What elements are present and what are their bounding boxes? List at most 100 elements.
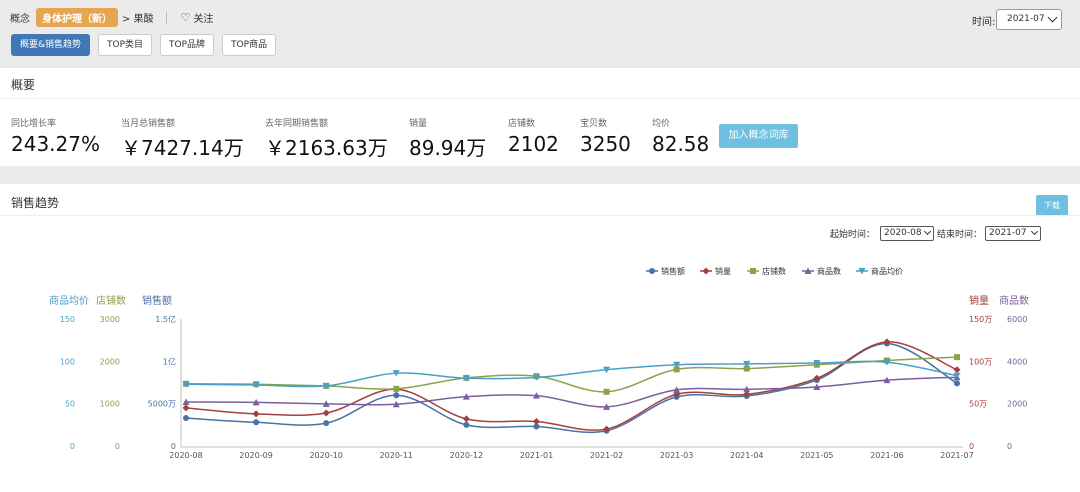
add-to-concept-library-button[interactable]: 加入概念词库 bbox=[719, 124, 798, 148]
legend-marker bbox=[750, 268, 756, 274]
legend-label: 销量 bbox=[715, 266, 731, 276]
x-tick-label: 2020-11 bbox=[380, 451, 413, 460]
y-tick-label: 100 bbox=[60, 357, 75, 366]
data-point bbox=[393, 385, 400, 392]
series-line bbox=[185, 376, 958, 408]
breadcrumb-tail: > 果酸 bbox=[122, 14, 154, 25]
y-tick-label: 3000 bbox=[100, 315, 120, 324]
series-line bbox=[185, 342, 958, 434]
y-tick-label: 1.5亿 bbox=[155, 314, 176, 324]
time-label: 时间: bbox=[972, 17, 996, 28]
data-point bbox=[182, 404, 190, 412]
data-point bbox=[954, 354, 960, 361]
data-point bbox=[183, 415, 189, 422]
x-tick-label: 2021-06 bbox=[870, 451, 903, 460]
time-select-value: 2021-07 bbox=[1007, 14, 1045, 24]
data-point bbox=[954, 380, 960, 387]
overview-title: 概要 bbox=[11, 78, 36, 92]
y-tick-label: 0 bbox=[70, 442, 75, 451]
stat-avg-price: 均价 82.58 bbox=[652, 116, 709, 156]
y-tick-label: 1000 bbox=[100, 400, 120, 409]
legend-marker bbox=[649, 268, 655, 274]
y-tick-label: 0 bbox=[171, 442, 176, 451]
y-axis-title: 销量 bbox=[969, 294, 989, 307]
stat-label: 店铺数 bbox=[508, 119, 536, 129]
stat-value: 2102 bbox=[508, 132, 559, 156]
stat-volume: 销量 89.94万 bbox=[409, 116, 486, 161]
chevron-down-icon bbox=[1047, 12, 1058, 23]
data-point bbox=[462, 415, 470, 423]
y-axis-title: 商品数 bbox=[999, 294, 1029, 307]
stat-item-count: 宝贝数 3250 bbox=[580, 116, 631, 156]
y-tick-label: 2000 bbox=[100, 357, 120, 366]
x-tick-label: 2021-05 bbox=[800, 451, 833, 460]
y-tick-label: 0 bbox=[969, 442, 974, 451]
data-point bbox=[603, 388, 610, 395]
y-axis-title: 销售额 bbox=[142, 294, 172, 307]
x-tick-label: 2020-10 bbox=[309, 451, 342, 460]
stat-value: ￥7427.14万 bbox=[121, 136, 244, 160]
x-tick-label: 2021-03 bbox=[660, 451, 693, 460]
stat-value: ￥2163.63万 bbox=[265, 136, 388, 160]
stat-yoy-growth: 同比增长率 243.27% bbox=[11, 116, 100, 156]
legend-label: 店铺数 bbox=[762, 266, 786, 276]
y-tick-label: 0 bbox=[115, 442, 120, 451]
time-select[interactable]: 2021-07 bbox=[996, 9, 1062, 30]
breadcrumb-divider bbox=[165, 11, 167, 24]
data-point bbox=[253, 419, 260, 426]
y-tick-label: 0 bbox=[1007, 442, 1012, 451]
data-point bbox=[323, 420, 330, 427]
stat-value: 89.94万 bbox=[409, 136, 487, 160]
y-axis-title: 商品均价 bbox=[49, 294, 89, 307]
sales-trend-panel: 销售趋势 下载 起始时间： 2020-08 结束时间： 2021-07 2020… bbox=[0, 184, 1080, 492]
heart-outline-icon[interactable]: ♡ bbox=[181, 11, 191, 24]
legend-marker bbox=[702, 267, 710, 275]
y-tick-label: 50万 bbox=[969, 400, 987, 409]
legend-label: 商品均价 bbox=[871, 266, 903, 276]
divider bbox=[0, 98, 1080, 99]
breadcrumb-prefix: 概念 bbox=[10, 14, 30, 25]
x-tick-label: 2020-09 bbox=[239, 451, 272, 460]
tab-top-brand[interactable]: TOP品牌 bbox=[160, 34, 215, 56]
data-point bbox=[393, 392, 400, 399]
stat-label: 宝贝数 bbox=[580, 119, 608, 129]
stat-value: 82.58 bbox=[652, 132, 710, 156]
stat-label: 销量 bbox=[409, 119, 428, 129]
breadcrumb: 概念 身体护理（新） > 果酸 ♡ 关注 bbox=[10, 8, 213, 27]
stat-value: 3250 bbox=[580, 132, 631, 156]
y-tick-label: 2000 bbox=[1007, 400, 1027, 409]
legend-label: 商品数 bbox=[817, 266, 841, 276]
data-point bbox=[953, 366, 961, 374]
follow-link[interactable]: 关注 bbox=[193, 10, 213, 25]
y-tick-label: 100万 bbox=[969, 357, 992, 366]
concept-tag[interactable]: 身体护理（新） bbox=[36, 8, 118, 27]
y-tick-label: 5000万 bbox=[148, 400, 176, 409]
stat-label: 均价 bbox=[652, 119, 671, 129]
stat-shop-count: 店铺数 2102 bbox=[508, 116, 559, 156]
y-tick-label: 50 bbox=[65, 400, 75, 409]
y-tick-label: 4000 bbox=[1007, 357, 1027, 366]
stat-last-year-sales: 去年同期销售额 ￥2163.63万 bbox=[265, 116, 388, 161]
tab-top-category[interactable]: TOP类目 bbox=[98, 34, 153, 56]
x-tick-label: 2020-08 bbox=[169, 451, 202, 460]
x-tick-label: 2021-07 bbox=[940, 451, 973, 460]
stat-label: 当月总销售额 bbox=[121, 119, 176, 129]
stat-monthly-sales: 当月总销售额 ￥7427.14万 bbox=[121, 116, 244, 161]
tab-overview-trend[interactable]: 概要&销售趋势 bbox=[11, 34, 91, 56]
y-tick-label: 1亿 bbox=[163, 356, 176, 366]
stat-label: 去年同期销售额 bbox=[265, 119, 329, 129]
data-point bbox=[252, 410, 260, 418]
tab-top-product[interactable]: TOP商品 bbox=[222, 34, 277, 56]
top-bar: 概念 身体护理（新） > 果酸 ♡ 关注 概要&销售趋势 TOP类目 TOP品牌… bbox=[0, 0, 1080, 68]
y-tick-label: 150 bbox=[60, 315, 75, 324]
tab-bar: 概要&销售趋势 TOP类目 TOP品牌 TOP商品 bbox=[11, 34, 284, 56]
x-tick-label: 2020-12 bbox=[450, 451, 483, 460]
y-axis-title: 店铺数 bbox=[96, 294, 126, 307]
stat-value: 243.27% bbox=[11, 132, 100, 156]
data-point bbox=[322, 409, 330, 417]
stat-label: 同比增长率 bbox=[11, 119, 57, 129]
legend-label: 销售额 bbox=[661, 266, 685, 276]
x-tick-label: 2021-04 bbox=[730, 451, 763, 460]
overview-panel: 概要 同比增长率 243.27% 当月总销售额 ￥7427.14万 去年同期销售… bbox=[0, 68, 1080, 166]
x-tick-label: 2021-01 bbox=[520, 451, 553, 460]
